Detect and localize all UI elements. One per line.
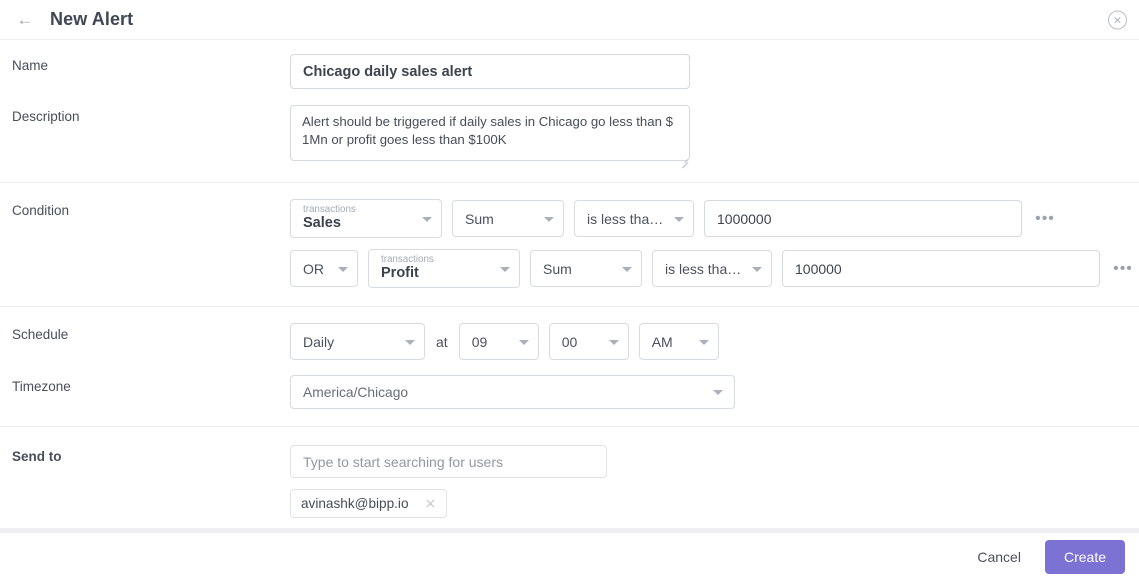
field-row-name: Name [0,54,1139,89]
field-row-timezone: Timezone America/Chicago [0,375,1139,409]
close-circle-icon[interactable]: × [1108,10,1127,29]
chevron-down-icon [544,216,554,222]
condition-value-input-0[interactable] [704,200,1022,237]
condition-field-source-0: transactions [303,204,356,216]
condition-field-source-1: transactions [381,254,434,266]
condition-operator-select-1[interactable]: is less tha… [652,250,772,287]
schedule-hour-value: 09 [471,333,488,350]
section-condition: Condition transactions Sales Sum is less… [0,183,1139,307]
schedule-meridiem-select[interactable]: AM [638,323,719,360]
schedule-meridiem-value: AM [651,333,673,350]
description-field [290,105,1127,169]
send-to-label: Send to [12,449,62,464]
recipient-chip[interactable]: avinashk@bipp.io × [290,489,448,518]
condition-field-select-1[interactable]: transactions Profit [368,249,520,288]
recipient-email: avinashk@bipp.io [301,496,409,511]
field-row-send-to: Send to avinashk@bipp.io × [0,445,1139,518]
condition-field-select-0[interactable]: transactions Sales [290,199,442,238]
chevron-down-icon [752,266,762,272]
name-label: Name [12,58,49,73]
section-basic: Name Description [0,40,1139,183]
condition-aggregate-value-0: Sum [465,210,494,227]
field-row-description: Description [0,105,1139,169]
condition-label: Condition [12,203,70,218]
condition-operator-value-0: is less tha… [587,210,664,227]
condition-builder: transactions Sales Sum is less tha… 1000… [290,199,1136,288]
timezone-label: Timezone [12,379,71,394]
condition-more-options-1[interactable]: ••• [1110,260,1136,277]
condition-more-options-0[interactable]: ••• [1032,210,1058,227]
schedule-field: Daily at 09 00 AM [290,323,1127,360]
condition-row: transactions Sales Sum is less tha… 1000… [290,199,1136,238]
condition-row: OR transactions Profit Sum is less tha… … [290,249,1136,288]
description-label: Description [12,109,80,124]
chevron-down-icon [698,339,709,345]
field-row-condition: Condition transactions Sales Sum is less… [0,199,1139,288]
schedule-hour-select[interactable]: 09 [458,323,539,360]
create-button[interactable]: Create [1044,540,1125,574]
form-body: Name Description [0,40,1139,532]
schedule-frequency-select[interactable]: Daily [290,323,425,360]
chevron-down-icon [338,266,348,272]
chevron-down-icon [674,216,684,222]
chevron-down-icon [405,339,415,345]
cancel-button[interactable]: Cancel [973,543,1025,571]
chevron-down-icon [713,390,723,395]
timezone-field: America/Chicago [290,375,1127,409]
schedule-label: Schedule [12,327,69,342]
chevron-down-icon [622,266,632,272]
condition-operator-select-0[interactable]: is less tha… [574,200,694,237]
user-search-input[interactable] [290,445,607,478]
page-title: New Alert [50,9,134,29]
arrow-left-icon[interactable]: ← [12,7,38,33]
remove-recipient-icon[interactable]: × [421,497,441,511]
field-row-schedule: Schedule Daily at 09 00 AM [0,323,1139,360]
condition-logic-select-1[interactable]: OR [290,250,358,287]
new-alert-page: ← New Alert × Name Description [0,0,1139,581]
section-send-to: Send to avinashk@bipp.io × [0,427,1139,532]
send-to-field: avinashk@bipp.io × [290,445,1127,518]
page-header: ← New Alert × [0,0,1139,40]
schedule-frequency-value: Daily [303,333,335,350]
condition-logic-value-1: OR [303,260,324,277]
chevron-down-icon [500,266,510,272]
description-textarea[interactable] [290,105,690,161]
condition-aggregate-select-0[interactable]: Sum [452,200,564,237]
timezone-value: America/Chicago [303,384,409,400]
section-schedule: Schedule Daily at 09 00 AM Timezone Amer… [0,307,1139,427]
schedule-minute-value: 00 [561,333,578,350]
schedule-at-label: at [436,333,448,350]
condition-aggregate-value-1: Sum [543,260,572,277]
condition-aggregate-select-1[interactable]: Sum [530,250,642,287]
footer-actions: Cancel Create [0,533,1139,581]
condition-value-input-1[interactable] [782,250,1100,287]
condition-field-name-1: Profit [381,265,419,282]
timezone-select[interactable]: America/Chicago [290,375,735,409]
chevron-down-icon [518,339,529,345]
schedule-minute-select[interactable]: 00 [548,323,629,360]
name-field [290,54,1127,89]
condition-field-name-0: Sales [303,215,341,232]
name-input[interactable] [290,54,690,89]
chevron-down-icon [422,216,432,222]
chevron-down-icon [608,339,619,345]
condition-operator-value-1: is less tha… [665,260,742,277]
